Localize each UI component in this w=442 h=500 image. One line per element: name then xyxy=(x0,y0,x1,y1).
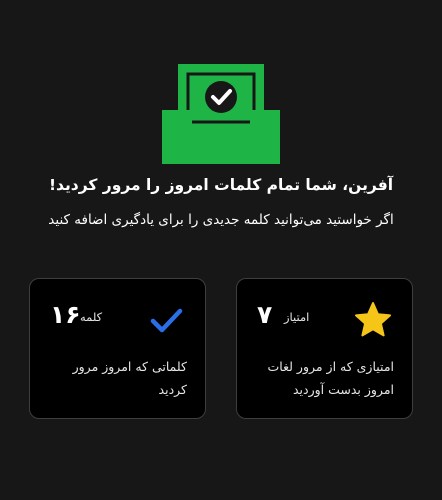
checkmark-icon xyxy=(150,308,183,333)
score-card: امتیاز ۷ امتیازی که از مرور لغات امروز ب… xyxy=(236,278,413,419)
score-label: امتیاز xyxy=(284,310,310,324)
review-complete-screen: آفرین، شما تمام کلمات امروز را مرور کردی… xyxy=(0,0,442,500)
page-subtitle: اگر خواستید می‌توانید کلمه جدیدی را برای… xyxy=(48,212,394,228)
score-value: ۷ xyxy=(257,300,273,329)
words-description: کلماتی که امروز مرور کردید xyxy=(72,359,187,397)
words-label: کلمه xyxy=(80,310,103,324)
words-count: ۱۶ xyxy=(50,300,81,329)
words-reviewed-card: کلمه ۱۶ کلماتی که امروز مرور کردید xyxy=(29,278,206,419)
star-icon xyxy=(355,302,391,337)
score-description: امتیازی که از مرور لغات امروز بدست آوردی… xyxy=(267,359,394,397)
inbox-check-icon xyxy=(162,64,280,164)
page-title: آفرین، شما تمام کلمات امروز را مرور کردی… xyxy=(48,176,394,194)
